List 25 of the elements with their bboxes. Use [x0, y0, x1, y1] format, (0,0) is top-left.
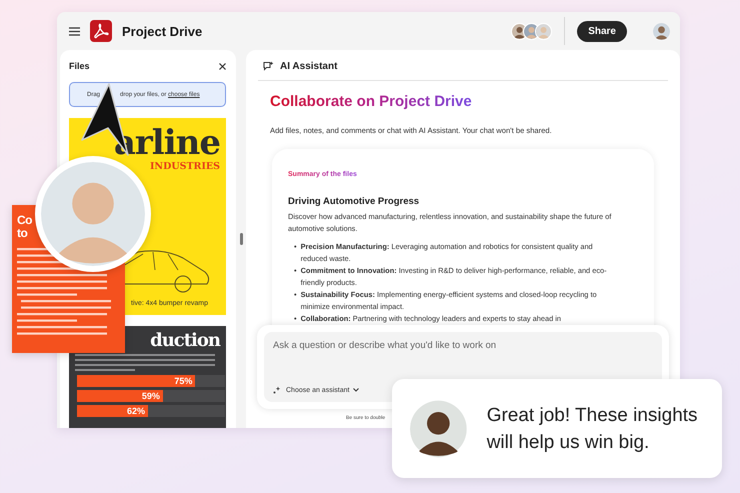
panel-title: AI Assistant — [280, 60, 338, 72]
chevron-down-icon — [353, 388, 360, 392]
menu-icon — [69, 26, 80, 36]
person-avatar — [410, 398, 467, 458]
report-title: duction — [150, 332, 220, 350]
panel-title: Files — [69, 61, 90, 71]
app-title: Project Drive — [122, 24, 202, 38]
chat-sparkle-icon — [263, 61, 274, 71]
cover-subtitle: INDUSTRIES — [150, 161, 220, 172]
sparkle-icon — [273, 386, 282, 394]
collaborator-avatar — [535, 22, 552, 40]
share-button[interactable]: Share — [577, 20, 627, 42]
assistant-heading: Collaborate on Project Drive — [270, 93, 472, 110]
chat-message: Great job! These insights will help us win big. — [486, 404, 699, 454]
document-thumbnail[interactable]: duction 75% 59% 62% — [69, 326, 226, 428]
bar-value: 75% — [174, 376, 192, 386]
bar-value: 59% — [142, 391, 160, 401]
bar-value: 62% — [127, 406, 146, 416]
resize-handle[interactable] — [240, 233, 242, 245]
user-avatar — [653, 22, 670, 40]
close-icon — [219, 62, 226, 70]
document-heading: Co — [17, 214, 32, 227]
app-logo-icon — [90, 20, 112, 42]
document-heading: to — [17, 227, 28, 240]
summary-title: Driving Automotive Progress — [288, 196, 420, 207]
